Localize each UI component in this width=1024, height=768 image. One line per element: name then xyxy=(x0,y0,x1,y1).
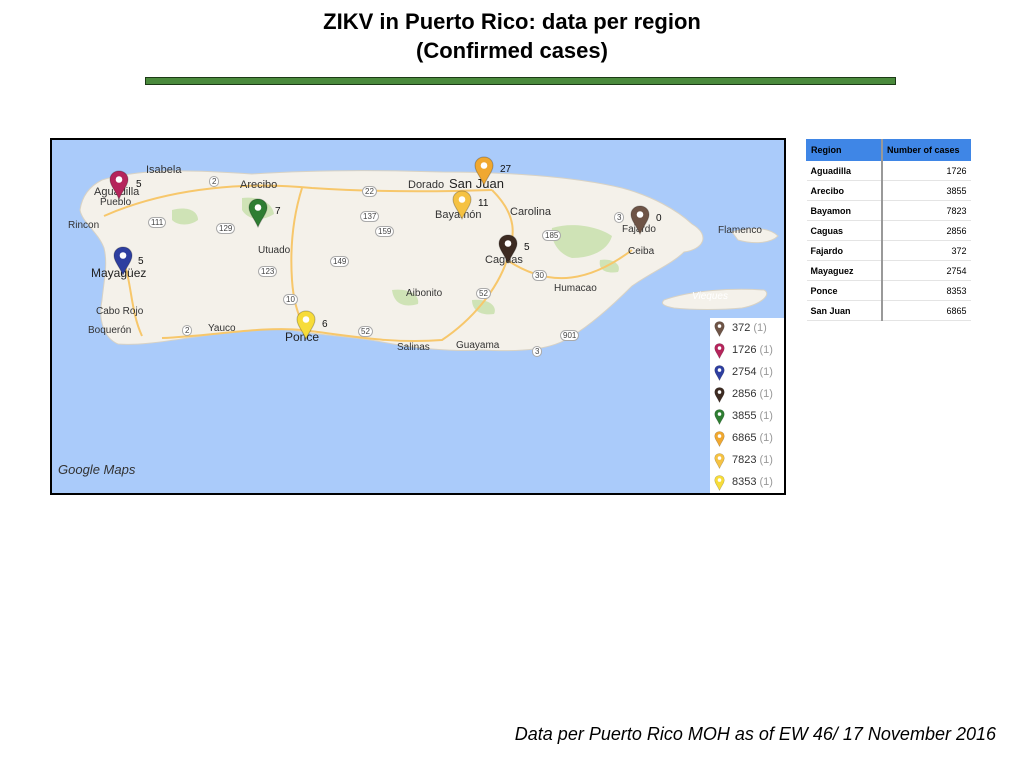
map-legend: 372 (1) 1726 (1) 2754 (1) 2856 (1) 3855 (1) 6865 (1… xyxy=(710,318,784,493)
place-label: Aibonito xyxy=(406,288,443,299)
pin-count-label: 27 xyxy=(500,164,512,175)
road-shield: 123 xyxy=(258,266,278,277)
place-label: Cabo Rojo xyxy=(96,306,144,317)
cases-cell: 2754 xyxy=(881,260,971,281)
legend-value: 2856 (1) xyxy=(732,388,773,400)
pin-count-label: 7 xyxy=(275,206,281,217)
place-label: Salinas xyxy=(397,342,430,353)
road-shield: 137 xyxy=(360,211,380,222)
pin-count-label: 5 xyxy=(524,242,530,253)
slide-title-line2: (Confirmed cases) xyxy=(416,38,608,63)
table-row: Fajardo 372 xyxy=(806,240,971,261)
legend-value: 372 (1) xyxy=(732,322,767,334)
table-row: San Juan 6865 xyxy=(806,300,971,321)
legend-count: (1) xyxy=(759,344,773,356)
place-label: Isabela xyxy=(146,164,182,176)
road-shield: 129 xyxy=(216,223,236,234)
place-label: Boquerón xyxy=(88,325,132,336)
road-shield: 159 xyxy=(375,226,395,237)
region-cell: Arecibo xyxy=(806,180,882,201)
road-shield: 185 xyxy=(542,230,562,241)
legend-count: (1) xyxy=(759,388,773,400)
region-cell: San Juan xyxy=(806,300,882,321)
pin-count-label: 0 xyxy=(656,213,662,224)
cases-cell: 7823 xyxy=(881,200,971,221)
legend-value: 1726 (1) xyxy=(732,344,773,356)
cases-cell: 1726 xyxy=(881,160,971,181)
map-panel[interactable]: Isabela Aguadilla Pueblo Arecibo Dorado … xyxy=(50,138,786,495)
pin-count-label: 5 xyxy=(136,179,142,190)
place-label: Yauco xyxy=(208,323,236,334)
legend-item[interactable]: 8353 (1) xyxy=(710,472,784,493)
region-cell: Bayamon xyxy=(806,200,882,221)
place-label: Arecibo xyxy=(240,179,278,191)
road-shield: 111 xyxy=(148,217,167,228)
road-shield: 10 xyxy=(283,294,298,305)
region-cell: Fajardo xyxy=(806,240,882,261)
legend-count: (1) xyxy=(759,432,773,444)
place-label: Ceiba xyxy=(628,246,655,257)
region-cell: Mayaguez xyxy=(806,260,882,281)
place-label: Dorado xyxy=(408,179,445,191)
road-shield: 149 xyxy=(330,256,350,267)
table-header-region: Region xyxy=(806,139,883,161)
legend-item[interactable]: 3855 (1) xyxy=(710,406,784,428)
place-label: Vieques xyxy=(692,291,728,302)
table-row: Aguadilla 1726 xyxy=(806,160,971,181)
region-cell: Aguadilla xyxy=(806,160,882,181)
road-shield: 901 xyxy=(560,330,580,341)
legend-value: 6865 (1) xyxy=(732,432,773,444)
legend-item[interactable]: 372 (1) xyxy=(710,318,784,340)
cases-cell: 6865 xyxy=(881,300,971,321)
legend-item[interactable]: 2754 (1) xyxy=(710,362,784,384)
cases-cell: 8353 xyxy=(881,280,971,301)
map-attribution: Google Maps xyxy=(58,462,136,477)
legend-item[interactable]: 7823 (1) xyxy=(710,450,784,472)
legend-item[interactable]: 1726 (1) xyxy=(710,340,784,362)
place-label: Rincon xyxy=(68,220,100,231)
table-row: Arecibo 3855 xyxy=(806,180,971,201)
cases-cell: 372 xyxy=(881,240,971,261)
table-row: Mayaguez 2754 xyxy=(806,260,971,281)
road-shield: 22 xyxy=(362,186,377,197)
title-divider xyxy=(145,77,896,85)
cases-cell: 2856 xyxy=(881,220,971,241)
road-shield: 52 xyxy=(476,288,491,299)
road-shield: 52 xyxy=(358,326,373,337)
legend-value: 7823 (1) xyxy=(732,454,773,466)
pin-count-label: 5 xyxy=(138,256,144,267)
pin-count-label: 11 xyxy=(478,198,489,209)
region-cell: Caguas xyxy=(806,220,882,241)
place-label: Humacao xyxy=(554,283,597,294)
table-header-cases: Number of cases xyxy=(881,139,971,161)
legend-count: (1) xyxy=(759,410,773,422)
legend-value: 3855 (1) xyxy=(732,410,773,422)
slide-title-line1: ZIKV in Puerto Rico: data per region xyxy=(323,9,701,34)
table-row: Ponce 8353 xyxy=(806,280,971,301)
legend-item[interactable]: 2856 (1) xyxy=(710,384,784,406)
legend-count: (1) xyxy=(759,366,773,378)
road-shield: 30 xyxy=(532,270,547,281)
legend-count: (1) xyxy=(753,322,767,334)
region-cell: Ponce xyxy=(806,280,882,301)
map-canvas xyxy=(79,170,779,352)
legend-count: (1) xyxy=(759,454,773,466)
cases-cell: 3855 xyxy=(881,180,971,201)
legend-value: 8353 (1) xyxy=(732,476,773,488)
pin-count-label: 6 xyxy=(322,319,328,330)
cases-table: Region Number of cases Aguadilla 1726 Arec… xyxy=(806,139,971,321)
data-source-note: Data per Puerto Rico MOH as of EW 46/ 17… xyxy=(514,724,996,744)
place-label: Flamenco xyxy=(718,225,762,236)
legend-value: 2754 (1) xyxy=(732,366,773,378)
table-row: Caguas 2856 xyxy=(806,220,971,241)
legend-item[interactable]: 6865 (1) xyxy=(710,428,784,450)
place-label: Guayama xyxy=(456,340,500,351)
legend-count: (1) xyxy=(759,476,773,488)
table-row: Bayamon 7823 xyxy=(806,200,971,221)
place-label: Utuado xyxy=(258,245,291,256)
place-label: Carolina xyxy=(510,206,551,218)
